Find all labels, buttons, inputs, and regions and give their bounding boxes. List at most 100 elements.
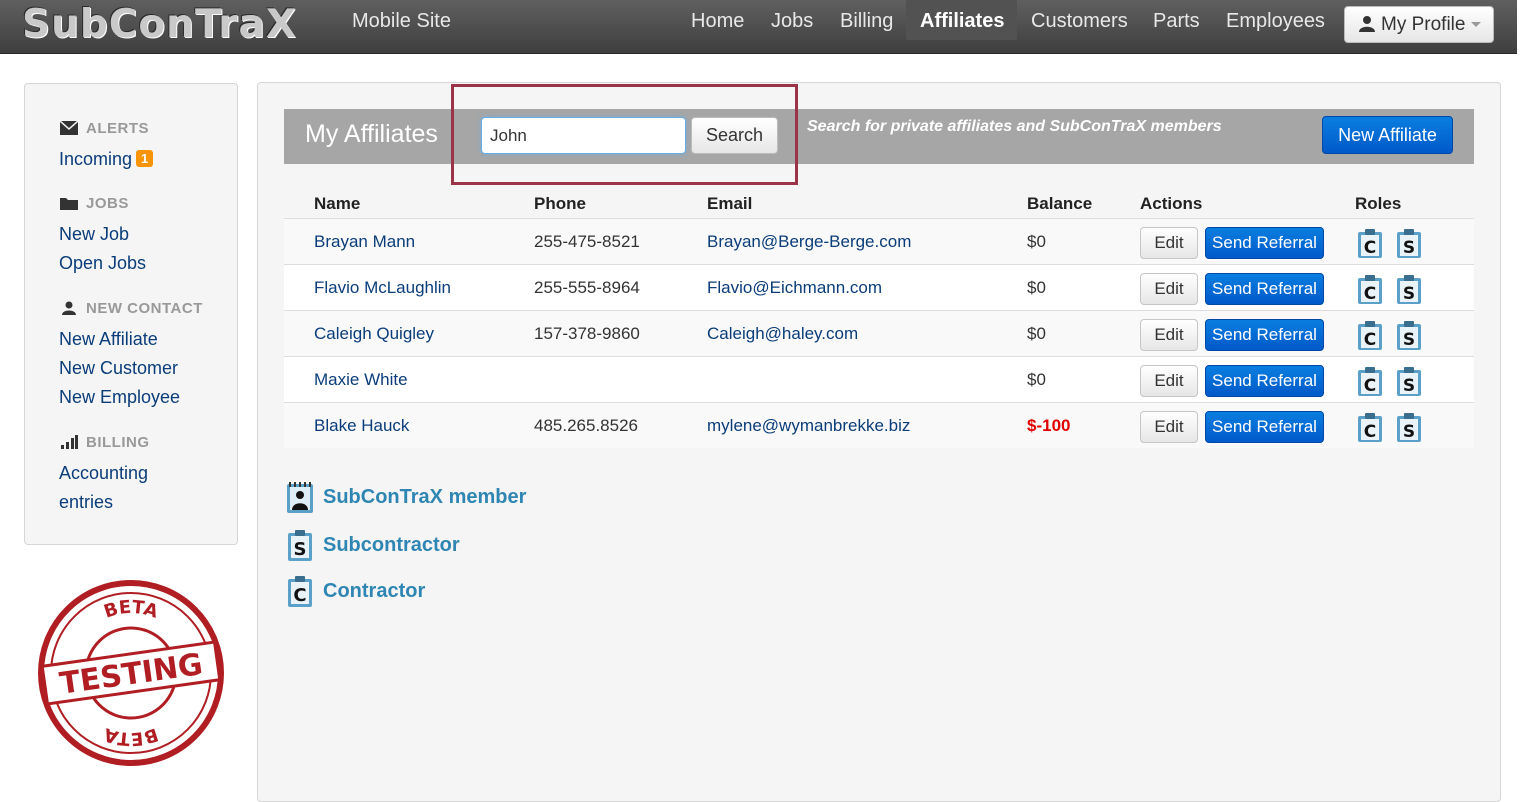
- affiliate-balance: $0: [1027, 324, 1046, 343]
- affiliate-phone: 255-555-8964: [534, 278, 640, 297]
- sidebar-header-jobs: JOBS: [60, 195, 129, 212]
- subcontractor-clipboard-icon[interactable]: S: [1396, 413, 1422, 443]
- affiliate-search-input[interactable]: [481, 117, 686, 154]
- nav-affiliates[interactable]: Affiliates: [906, 0, 1017, 40]
- nav-customers[interactable]: Customers: [1017, 0, 1142, 40]
- column-header-balance: Balance: [1027, 194, 1093, 213]
- my-profile-button[interactable]: My Profile: [1344, 6, 1494, 43]
- sidebar-item-new-customer[interactable]: New Customer: [59, 358, 178, 379]
- column-header-email: Email: [707, 194, 753, 213]
- subcontractor-clipboard-icon[interactable]: S: [1396, 229, 1422, 259]
- legend-subcontractor-label: Subcontractor: [323, 534, 460, 556]
- legend-member-label: SubConTraX member: [323, 486, 527, 508]
- column-header-name: Name: [314, 194, 361, 213]
- contractor-clipboard-icon[interactable]: C: [1357, 413, 1383, 443]
- legend-contractor-label: Contractor: [323, 580, 426, 602]
- svg-text:S: S: [1403, 330, 1415, 350]
- affiliate-name-link[interactable]: Brayan Mann: [314, 219, 415, 265]
- svg-text:S: S: [1403, 376, 1415, 396]
- sidebar-item-accounting-entries[interactable]: Accounting entries: [59, 463, 148, 520]
- send-referral-button[interactable]: Send Referral: [1205, 365, 1324, 397]
- svg-text:C: C: [1364, 330, 1376, 350]
- affiliate-name-link[interactable]: Caleigh Quigley: [314, 311, 434, 357]
- affiliate-balance: $0: [1027, 232, 1046, 251]
- page-title: My Affiliates: [305, 120, 438, 148]
- affiliate-email-link[interactable]: Flavio@Eichmann.com: [707, 265, 882, 311]
- send-referral-button[interactable]: Send Referral: [1205, 411, 1324, 443]
- edit-button[interactable]: Edit: [1140, 365, 1198, 397]
- sidebar-item-new-job[interactable]: New Job: [59, 224, 129, 245]
- contractor-clipboard-icon[interactable]: C: [1357, 229, 1383, 259]
- edit-button[interactable]: Edit: [1140, 411, 1198, 443]
- signal-bars-icon: [61, 435, 78, 449]
- my-profile-label: My Profile: [1381, 14, 1466, 35]
- affiliate-balance: $0: [1027, 278, 1046, 297]
- sidebar: ALERTS Incoming 1 JOBS New Job Open Jobs …: [24, 83, 238, 545]
- svg-text:BETA: BETA: [101, 597, 160, 623]
- user-icon: [1359, 16, 1375, 32]
- table-row: Maxie White $0 Edit Send Referral C S: [284, 356, 1474, 402]
- nav-parts[interactable]: Parts: [1139, 0, 1214, 40]
- contractor-clipboard-icon[interactable]: C: [1357, 321, 1383, 351]
- sidebar-item-new-affiliate[interactable]: New Affiliate: [59, 329, 158, 350]
- affiliate-phone: 157-378-9860: [534, 324, 640, 343]
- column-header-roles: Roles: [1355, 194, 1402, 213]
- svg-text:C: C: [1364, 376, 1376, 396]
- svg-text:C: C: [293, 585, 306, 606]
- affiliate-email-link[interactable]: Brayan@Berge-Berge.com: [707, 219, 911, 265]
- brand-logo[interactable]: SubConTraX: [22, 2, 297, 47]
- affiliate-balance: $0: [1027, 370, 1046, 389]
- table-row: Flavio McLaughlin 255-555-8964 Flavio@Ei…: [284, 264, 1474, 310]
- svg-text:C: C: [1364, 422, 1376, 442]
- edit-button[interactable]: Edit: [1140, 319, 1198, 351]
- svg-text:S: S: [294, 539, 307, 560]
- chevron-down-icon: [1471, 22, 1482, 28]
- nav-employees[interactable]: Employees: [1212, 0, 1339, 40]
- incoming-count-badge: 1: [136, 150, 154, 167]
- search-hint-text: Search for private affiliates and SubCon…: [807, 118, 1222, 135]
- nav-billing[interactable]: Billing: [826, 0, 907, 40]
- svg-text:S: S: [1403, 238, 1415, 258]
- svg-text:S: S: [1403, 422, 1415, 442]
- contractor-clipboard-icon[interactable]: C: [1357, 275, 1383, 305]
- table-row: Blake Hauck 485.265.8526 mylene@wymanbre…: [284, 402, 1474, 448]
- edit-button[interactable]: Edit: [1140, 273, 1198, 305]
- nav-mobile-site[interactable]: Mobile Site: [338, 0, 465, 40]
- svg-text:BETA: BETA: [101, 723, 160, 749]
- svg-text:C: C: [1364, 238, 1376, 258]
- subcontractor-clipboard-icon[interactable]: S: [1396, 367, 1422, 397]
- affiliate-email-link[interactable]: mylene@wymanbrekke.biz: [707, 403, 910, 449]
- column-header-phone: Phone: [534, 194, 586, 213]
- send-referral-button[interactable]: Send Referral: [1205, 319, 1324, 351]
- contractor-clipboard-icon[interactable]: C: [1357, 367, 1383, 397]
- user-icon: [62, 301, 76, 315]
- subcontractor-clipboard-icon: S: [288, 530, 312, 561]
- affiliate-email-link[interactable]: Caleigh@haley.com: [707, 311, 858, 357]
- nav-jobs[interactable]: Jobs: [757, 0, 827, 40]
- nav-home[interactable]: Home: [677, 0, 758, 40]
- sidebar-item-incoming[interactable]: Incoming 1: [59, 149, 154, 170]
- top-navbar: SubConTraX Mobile Site Home Jobs Billing…: [0, 0, 1517, 54]
- sidebar-item-label: Incoming: [59, 149, 133, 169]
- send-referral-button[interactable]: Send Referral: [1205, 227, 1324, 259]
- sidebar-header-billing: BILLING: [60, 434, 150, 451]
- svg-text:S: S: [1403, 284, 1415, 304]
- column-header-actions: Actions: [1140, 194, 1203, 213]
- subcontractor-clipboard-icon[interactable]: S: [1396, 321, 1422, 351]
- send-referral-button[interactable]: Send Referral: [1205, 273, 1324, 305]
- sidebar-item-open-jobs[interactable]: Open Jobs: [59, 253, 146, 274]
- sidebar-item-new-employee[interactable]: New Employee: [59, 387, 180, 408]
- contractor-clipboard-icon: C: [288, 576, 312, 607]
- affiliate-phone: 485.265.8526: [534, 416, 638, 435]
- new-affiliate-button[interactable]: New Affiliate: [1322, 116, 1453, 154]
- sidebar-header-alerts: ALERTS: [60, 120, 149, 137]
- affiliate-name-link[interactable]: Maxie White: [314, 357, 408, 403]
- affiliate-name-link[interactable]: Flavio McLaughlin: [314, 265, 451, 311]
- edit-button[interactable]: Edit: [1140, 227, 1198, 259]
- subcontractor-clipboard-icon[interactable]: S: [1396, 275, 1422, 305]
- search-button[interactable]: Search: [691, 117, 778, 154]
- svg-text:C: C: [1364, 284, 1376, 304]
- affiliate-balance: $-100: [1027, 416, 1071, 435]
- folder-icon: [60, 198, 78, 210]
- affiliate-name-link[interactable]: Blake Hauck: [314, 403, 409, 449]
